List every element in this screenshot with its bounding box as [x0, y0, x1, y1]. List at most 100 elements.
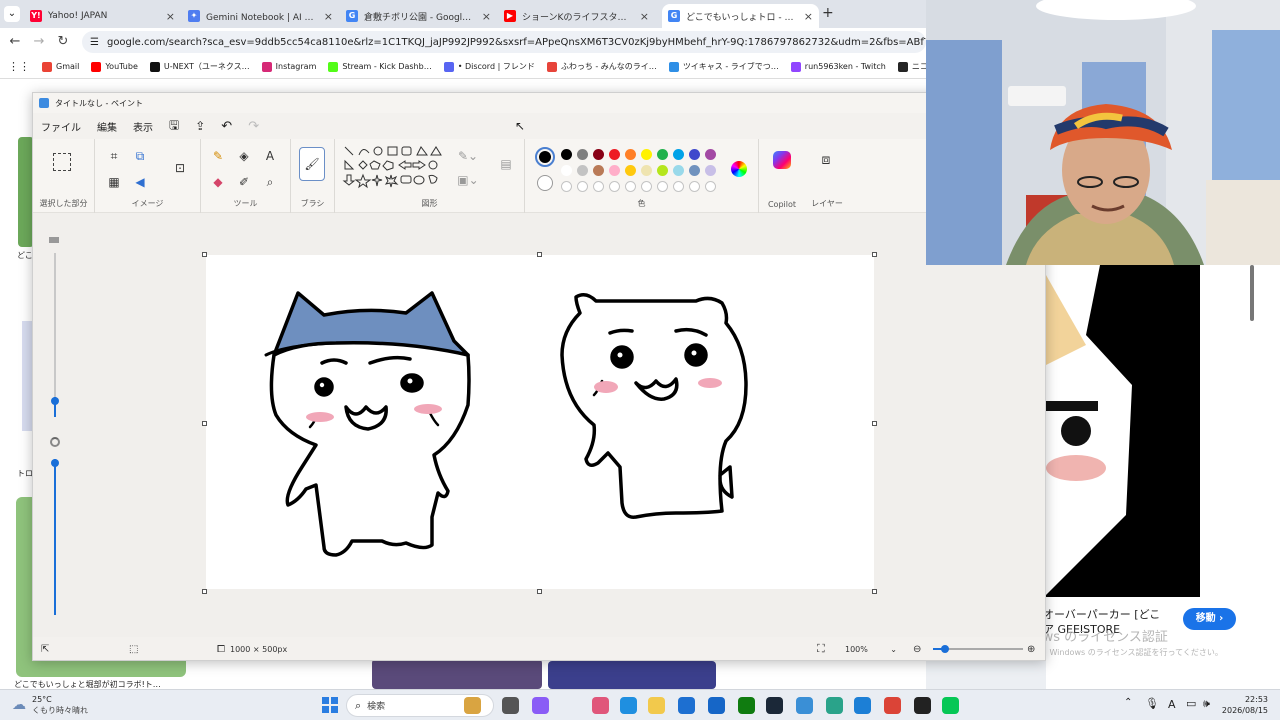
cartoon-thumbnail[interactable]: [372, 659, 542, 689]
palette-color-swatch[interactable]: [673, 165, 684, 176]
palette-color-swatch[interactable]: [561, 165, 572, 176]
custom-color-slot[interactable]: [561, 181, 572, 192]
palette-color-swatch[interactable]: [689, 149, 700, 160]
palette-color-swatch[interactable]: [593, 149, 604, 160]
photos-icon[interactable]: [854, 697, 871, 714]
pencil-icon[interactable]: ✎: [209, 147, 227, 165]
outline-dropdown-icon[interactable]: ✎⌄: [458, 147, 478, 165]
bookmark-item[interactable]: U-NEXT（ユーネクス…: [149, 61, 250, 72]
custom-color-slot[interactable]: [593, 181, 604, 192]
zoom-slider[interactable]: [933, 645, 1023, 653]
file-explorer-small-icon[interactable]: [502, 697, 519, 714]
resize-icon[interactable]: ⧉: [131, 147, 149, 165]
resize-handle-tr[interactable]: [872, 252, 877, 257]
close-icon[interactable]: ×: [482, 10, 491, 23]
folder-icon[interactable]: [648, 697, 665, 714]
fill-bucket-icon[interactable]: ◈: [235, 147, 253, 165]
layers-icon[interactable]: ⧈: [817, 151, 835, 169]
bookmark-item[interactable]: YouTube: [91, 61, 138, 72]
save-icon[interactable]: 🖫: [169, 116, 179, 137]
palette-color-swatch[interactable]: [593, 165, 604, 176]
bookmark-item[interactable]: Gmail: [42, 61, 79, 72]
eraser-icon[interactable]: ◆: [209, 173, 227, 191]
primary-color-swatch[interactable]: [535, 147, 555, 167]
redo-icon[interactable]: ↷: [248, 119, 259, 134]
zoom-in-icon[interactable]: ⊕: [1027, 644, 1035, 655]
ime-indicator[interactable]: A: [1168, 698, 1176, 711]
volume-icon[interactable]: 🕪: [1203, 697, 1210, 711]
shapes-gallery[interactable]: [341, 145, 453, 193]
preview-image[interactable]: [1046, 265, 1200, 597]
secondary-color-swatch[interactable]: [537, 175, 553, 191]
tab-search-dropdown-icon[interactable]: ⌄: [4, 6, 20, 22]
drawing-canvas[interactable]: [206, 255, 874, 589]
bookmark-item[interactable]: run5963ken - Twitch: [790, 61, 886, 72]
rotate-icon[interactable]: ◀: [131, 173, 149, 191]
palette-color-swatch[interactable]: [577, 165, 588, 176]
chrome-icon[interactable]: [884, 697, 901, 714]
night-thumbnail[interactable]: [548, 661, 716, 689]
forward-button[interactable]: →: [30, 33, 48, 51]
menu-file[interactable]: ファイル: [41, 119, 81, 134]
undo-icon[interactable]: ↶: [221, 119, 232, 134]
close-icon[interactable]: ×: [324, 10, 333, 23]
select-rectangle-icon[interactable]: [53, 153, 71, 171]
site-info-icon[interactable]: ☰: [90, 37, 99, 48]
custom-color-slot[interactable]: [673, 181, 684, 192]
custom-color-slot[interactable]: [657, 181, 668, 192]
tray-chevron-icon[interactable]: ⌃: [1124, 697, 1132, 708]
obs-icon[interactable]: [914, 697, 931, 714]
brush-icon[interactable]: 🖌: [299, 147, 325, 181]
brush-size-slider[interactable]: [49, 233, 61, 615]
resize-handle-mr[interactable]: [872, 421, 877, 426]
color-picker-icon[interactable]: ✐: [235, 173, 253, 191]
microphone-icon[interactable]: 🎙: [1145, 697, 1159, 710]
apps-grid-icon[interactable]: ⋮⋮: [8, 60, 30, 73]
steam-icon[interactable]: [766, 697, 783, 714]
weather-widget[interactable]: ☁ 25°C くもり時々晴れ: [12, 694, 88, 716]
address-bar[interactable]: ☰ google.com/search?sca_esv=9ddb5cc54ca8…: [82, 31, 926, 53]
photo-widget-icon[interactable]: [464, 697, 481, 714]
text-tool-icon[interactable]: A: [261, 147, 279, 165]
xbox-icon[interactable]: [738, 697, 755, 714]
palette-color-swatch[interactable]: [625, 149, 636, 160]
mail-icon[interactable]: [592, 697, 609, 714]
browser-tab-4[interactable]: ▶ ショーンKのライフスタイル - YouTube ×: [498, 4, 655, 28]
palette-color-swatch[interactable]: [641, 165, 652, 176]
palette-color-swatch[interactable]: [577, 149, 588, 160]
browser-tab-2[interactable]: ✦ Gemini Notebook | AI リサーチラ… ×: [182, 4, 339, 28]
zoom-select[interactable]: 100% ⌄: [845, 645, 897, 654]
bookmark-item[interactable]: • Discord | フレンド: [443, 61, 535, 72]
start-button[interactable]: [322, 697, 338, 713]
zoom-out-icon[interactable]: ⊖: [913, 644, 921, 655]
close-icon[interactable]: ×: [804, 10, 813, 23]
copilot-icon[interactable]: [532, 697, 549, 714]
store-icon[interactable]: [678, 697, 695, 714]
copilot-icon[interactable]: [773, 151, 791, 169]
fill-dropdown-icon[interactable]: ▣⌄: [457, 171, 478, 189]
pixel-cat-thumbnail[interactable]: [250, 661, 306, 689]
zoom-slider-thumb[interactable]: [941, 645, 949, 653]
custom-color-slot[interactable]: [609, 181, 620, 192]
palette-color-swatch[interactable]: [673, 149, 684, 160]
browser-tab-5[interactable]: G どこでもいっしょトロ - Google 検索 ×: [662, 4, 819, 28]
resize-handle-tc[interactable]: [537, 252, 542, 257]
palette-color-swatch[interactable]: [657, 165, 668, 176]
result-thumb-2[interactable]: [22, 321, 32, 431]
edit-colors-icon[interactable]: [731, 161, 747, 177]
magnifier-icon[interactable]: ⌕: [261, 173, 279, 191]
custom-color-slot[interactable]: [577, 181, 588, 192]
line-icon[interactable]: [942, 697, 959, 714]
bookmark-item[interactable]: Instagram: [261, 61, 316, 72]
size-slider-thumb[interactable]: [51, 397, 59, 405]
crop-icon[interactable]: ⌗: [105, 147, 123, 165]
fit-to-window-icon[interactable]: ⛶: [817, 642, 825, 656]
palette-color-swatch[interactable]: [657, 149, 668, 160]
resize-handle-tl[interactable]: [202, 252, 207, 257]
palette-color-swatch[interactable]: [561, 149, 572, 160]
custom-color-slot[interactable]: [689, 181, 700, 192]
custom-color-slot[interactable]: [625, 181, 636, 192]
palette-color-swatch[interactable]: [609, 149, 620, 160]
bookmark-item[interactable]: ツイキャス - ライブでつ…: [668, 61, 779, 72]
close-icon[interactable]: ×: [166, 10, 175, 23]
